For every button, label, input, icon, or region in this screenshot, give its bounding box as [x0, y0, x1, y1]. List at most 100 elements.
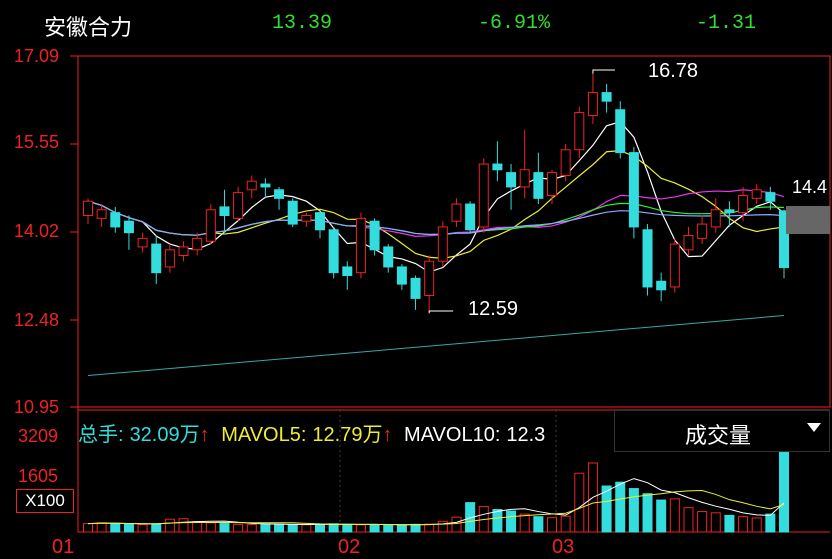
volume-bar: [765, 513, 776, 533]
candle-body: [178, 246, 189, 257]
volume-bar: [437, 520, 448, 533]
chevron-down-icon[interactable]: [807, 423, 821, 432]
candle-body: [628, 152, 639, 228]
candle-body: [151, 243, 162, 274]
candle-body: [587, 92, 598, 116]
candle-body: [410, 277, 421, 299]
volume-bar: [342, 523, 353, 533]
candle-body: [137, 237, 148, 248]
candle-body: [642, 229, 653, 288]
total-value: 32.09万: [129, 424, 200, 446]
candle-body: [355, 217, 366, 274]
candle-body: [437, 226, 448, 262]
kline-chart[interactable]: [0, 0, 832, 558]
volume-bar: [669, 498, 680, 533]
candle-body: [765, 192, 776, 202]
volume-bar: [383, 524, 394, 533]
candle-body: [83, 200, 93, 216]
candle-body: [315, 212, 325, 231]
indicator-select-value: 成交量: [685, 423, 752, 448]
volume-bar: [751, 517, 762, 533]
volume-bar: [96, 522, 107, 533]
current-price-label: 14.4: [792, 177, 828, 197]
candle-body: [451, 203, 462, 222]
volume-bar: [683, 507, 694, 533]
candle-body: [751, 189, 762, 199]
candle-body: [246, 180, 257, 191]
volume-bar: [697, 511, 708, 533]
price-axis-label: 10.95: [14, 397, 60, 417]
volume-bar: [779, 449, 789, 533]
candle-body: [192, 237, 203, 251]
volume-bar: [83, 523, 93, 533]
candle-body: [465, 203, 476, 231]
volume-bar: [547, 517, 557, 533]
volume-bar: [219, 523, 230, 533]
max-price-label: 16.78: [648, 60, 699, 82]
price-panel-frame: [77, 55, 831, 408]
candle-body: [396, 266, 407, 285]
candle-body: [219, 206, 230, 216]
candle-body: [233, 192, 244, 219]
volume-bar: [192, 521, 203, 533]
candle-body: [383, 246, 394, 268]
volume-axis-mid: 1605: [18, 466, 59, 486]
volume-unit-button[interactable]: X100: [16, 489, 74, 513]
volume-bar: [560, 515, 571, 533]
volume-bar: [519, 513, 530, 533]
ma250-line: [87, 315, 785, 377]
candle-body: [560, 149, 571, 176]
candle-body: [96, 209, 107, 219]
candle-body: [656, 280, 667, 291]
volume-bar: [178, 518, 189, 533]
volume-bar: [615, 481, 626, 533]
up-arrow-icon: ↑: [382, 424, 393, 446]
volume-bar: [110, 522, 121, 533]
mavol10-label: MAVOL10:: [404, 424, 501, 446]
price-axis-label: 14.02: [14, 221, 60, 241]
ma30-line: [87, 200, 785, 236]
volume-bar: [301, 524, 312, 533]
candle-body: [478, 163, 489, 228]
candle-body: [574, 112, 585, 151]
volume-bar: [287, 524, 298, 533]
ma60-line: [87, 200, 785, 236]
volume-bar: [533, 516, 544, 533]
candle-body: [533, 172, 544, 199]
volume-bar: [724, 514, 735, 533]
price-axis-label: 15.55: [14, 132, 60, 152]
volume-bar: [164, 518, 175, 533]
candle-body: [669, 243, 680, 288]
volume-bar: [492, 509, 503, 533]
volume-bar: [205, 522, 216, 533]
mavol10-value: 12.3: [506, 424, 546, 446]
candle-body: [287, 200, 298, 225]
date-label: 01: [52, 536, 75, 558]
total-label: 总手:: [78, 424, 124, 446]
candle-body: [164, 249, 175, 268]
date-label: 03: [552, 536, 575, 558]
max-pointer: [592, 69, 615, 74]
date-label: 02: [338, 536, 361, 558]
candle-body: [724, 209, 735, 214]
candle-body: [328, 229, 339, 274]
volume-bar: [315, 523, 325, 533]
volume-bar: [355, 524, 366, 533]
volume-bar: [656, 499, 667, 533]
candle-body: [301, 214, 312, 222]
candle-body: [697, 223, 708, 239]
indicator-select[interactable]: 成交量: [614, 410, 830, 452]
volume-bar: [396, 524, 407, 533]
volume-bar: [274, 523, 285, 533]
min-price-label: 12.59: [468, 298, 519, 320]
volume-bar: [369, 524, 380, 533]
candle-body: [369, 220, 380, 251]
candle-body: [601, 92, 612, 102]
candle-body: [710, 209, 721, 228]
volume-bar: [574, 472, 585, 533]
candle-body: [506, 172, 517, 188]
price-axis-label: 17.09: [14, 46, 60, 66]
volume-bar: [628, 488, 639, 533]
volume-bar: [137, 524, 148, 533]
volume-bar: [246, 524, 257, 533]
